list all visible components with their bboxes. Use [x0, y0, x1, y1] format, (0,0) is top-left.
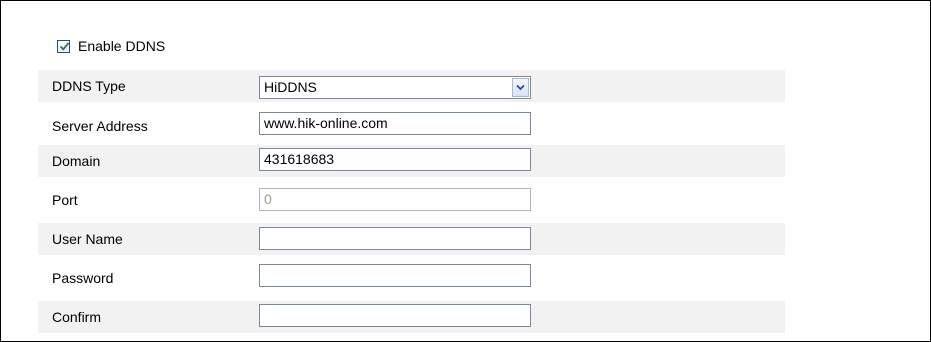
user-name-label: User Name	[52, 231, 123, 247]
server-address-row: Server Address www.hik-online.com	[38, 110, 785, 142]
enable-ddns-label: Enable DDNS	[78, 38, 166, 54]
password-label: Password	[52, 270, 114, 286]
user-name-input[interactable]	[259, 227, 531, 250]
domain-label: Domain	[52, 153, 101, 169]
port-row: Port 0	[38, 184, 785, 216]
ddns-type-value: HiDDNS	[264, 79, 317, 95]
server-address-input[interactable]: www.hik-online.com	[259, 112, 531, 135]
confirm-row: Confirm	[38, 301, 785, 333]
chevron-down-icon	[516, 84, 525, 91]
ddns-type-row: DDNS Type HiDDNS	[38, 70, 785, 102]
ddns-settings-panel: Enable DDNS DDNS Type HiDDNS Server Addr…	[0, 0, 931, 342]
ddns-type-label: DDNS Type	[52, 78, 126, 94]
domain-input[interactable]: 431618683	[259, 148, 531, 171]
enable-ddns-checkbox[interactable]	[57, 39, 70, 53]
password-input[interactable]	[259, 264, 531, 287]
confirm-input[interactable]	[259, 304, 531, 327]
confirm-label: Confirm	[52, 309, 102, 325]
dropdown-button[interactable]	[512, 78, 529, 97]
user-name-row: User Name	[38, 223, 785, 255]
server-address-label: Server Address	[52, 118, 148, 134]
port-input: 0	[259, 188, 531, 211]
domain-row: Domain 431618683	[38, 145, 785, 177]
password-row: Password	[38, 262, 785, 294]
checkmark-icon	[59, 41, 70, 51]
enable-ddns-row[interactable]: Enable DDNS	[57, 36, 165, 56]
port-label: Port	[52, 192, 78, 208]
ddns-type-select[interactable]: HiDDNS	[259, 76, 531, 99]
